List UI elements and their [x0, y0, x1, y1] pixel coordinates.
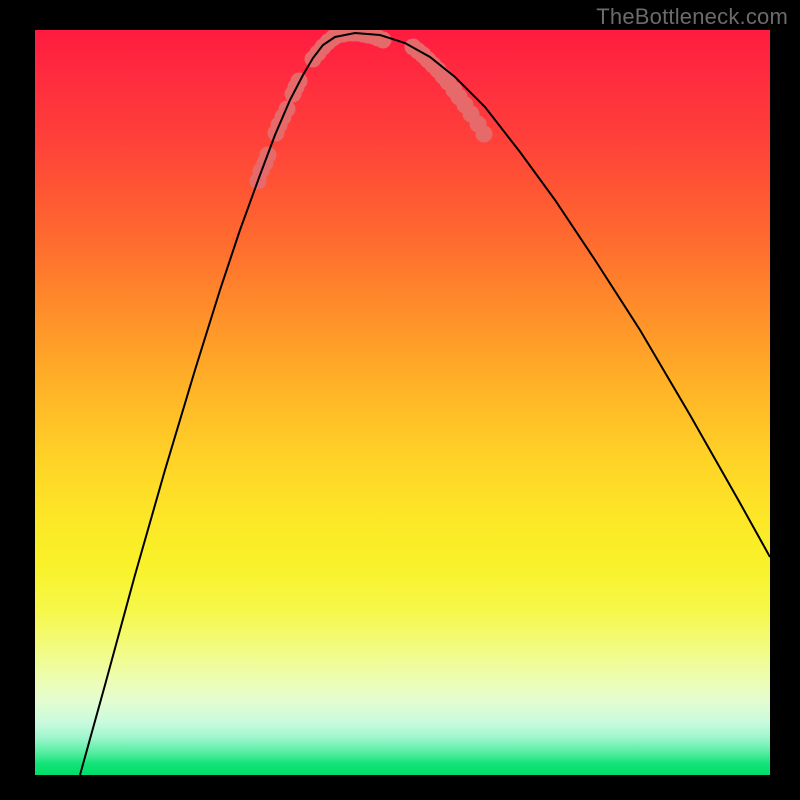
curve-svg	[35, 30, 770, 775]
chart-frame: TheBottleneck.com	[0, 0, 800, 800]
plot-area	[35, 30, 770, 775]
right-dots-point	[476, 126, 493, 143]
watermark-text: TheBottleneck.com	[596, 4, 788, 30]
bottleneck-curve	[80, 33, 770, 775]
